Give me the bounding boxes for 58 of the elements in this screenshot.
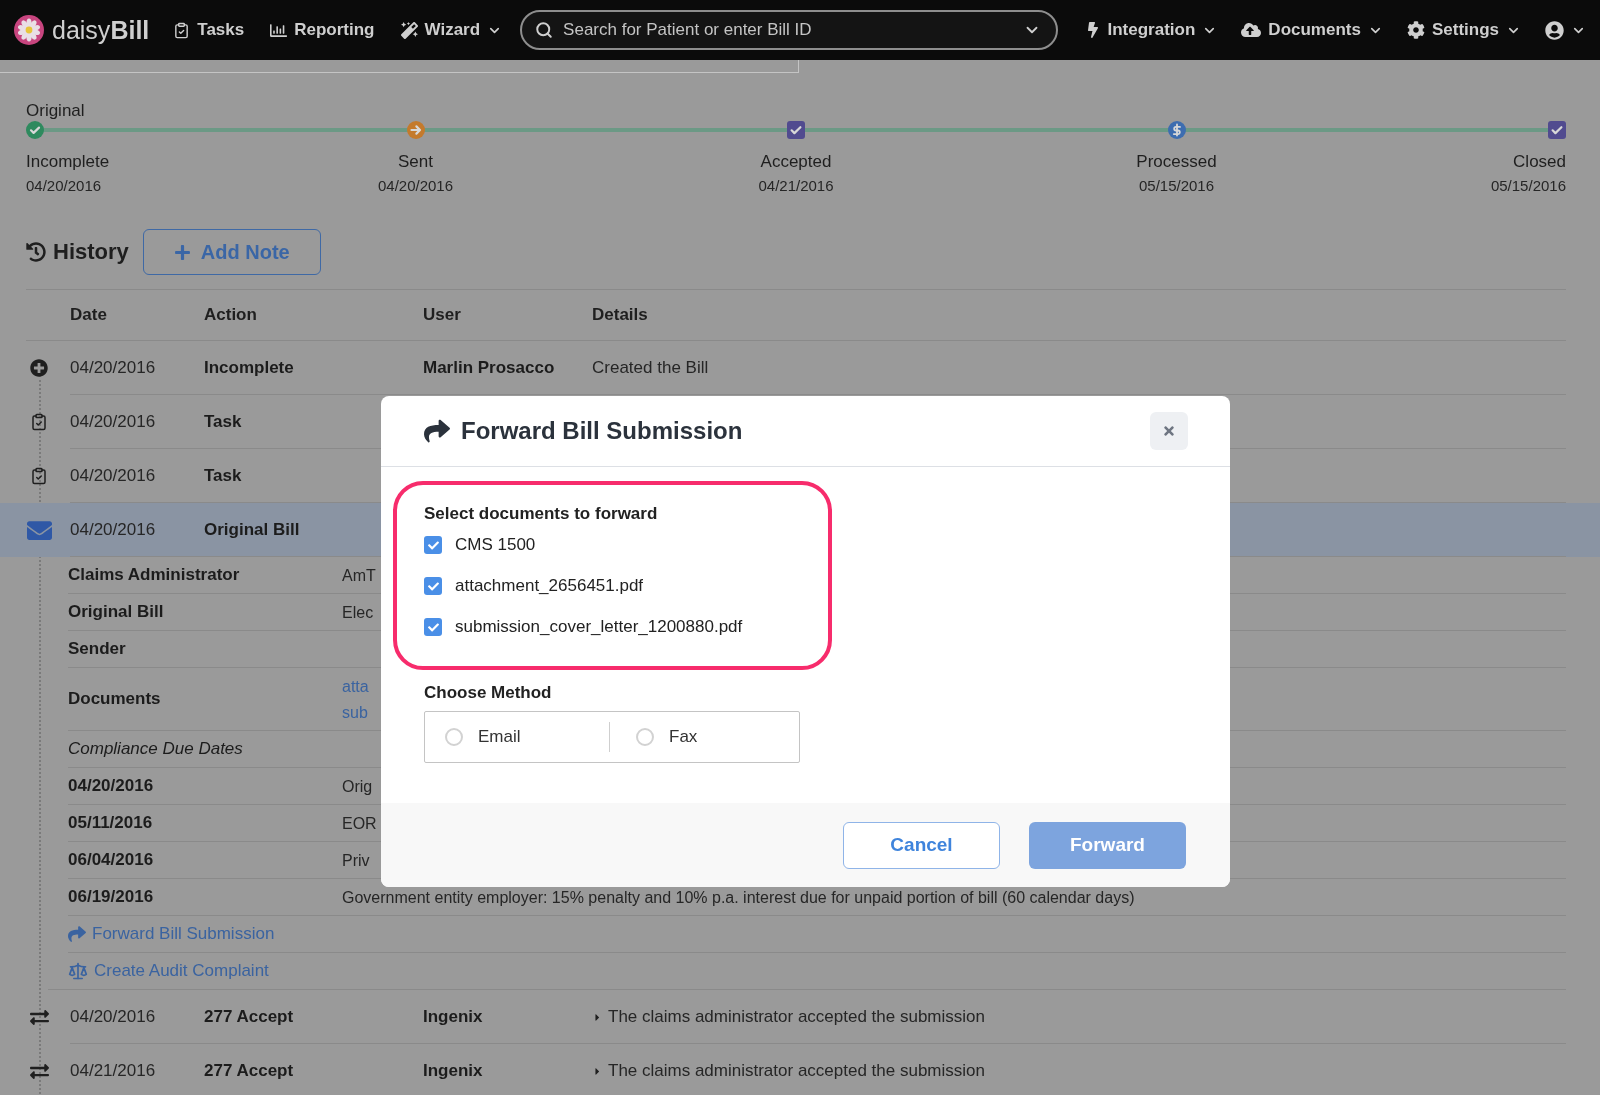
details-cell: The claims administrator accepted the submission [608, 1061, 985, 1081]
action-cell: Task [204, 412, 242, 432]
group-label: Choose Method [424, 683, 552, 703]
due-date: 06/19/2016 [68, 887, 154, 907]
action-cell: Incomplete [204, 358, 294, 378]
step-label: Incomplete [26, 152, 110, 172]
step-label: Processed [1136, 152, 1217, 172]
field-label: Documents [68, 689, 161, 709]
step-date: 04/21/2016 [758, 177, 834, 195]
due-date: 05/11/2016 [68, 813, 153, 833]
column-header: Action [204, 305, 257, 325]
date-cell: 04/20/2016 [70, 1007, 156, 1027]
step-label: Sent [398, 152, 433, 172]
due-date: 06/04/2016 [68, 850, 154, 870]
action-cell: 277 Accept [204, 1007, 294, 1027]
details-cell: The claims administrator accepted the submission [608, 1007, 985, 1027]
action-cell: Original Bill [204, 520, 300, 540]
date-cell: 04/20/2016 [70, 412, 156, 432]
step-date: 05/15/2016 [1138, 177, 1215, 195]
due-date: 04/20/2016 [68, 776, 154, 796]
radio-label: Email [478, 727, 521, 747]
radio-label: Fax [669, 727, 698, 747]
date-cell: 04/20/2016 [70, 520, 156, 540]
due-date-rule: Priv [342, 850, 370, 870]
step-date: 05/15/2016 [1490, 177, 1566, 195]
column-header: Date [70, 305, 107, 325]
field-label: Sender [68, 639, 126, 659]
field-label: Original Bill [68, 602, 164, 622]
due-date-rule: Orig [342, 776, 373, 796]
user-cell: Ingenix [423, 1007, 483, 1027]
user-cell: Ingenix [423, 1061, 483, 1081]
section-title: History [53, 239, 129, 265]
step-date: 04/20/2016 [377, 177, 454, 195]
document-name: attachment_2656451.pdf [455, 576, 644, 596]
step-label: Accepted [760, 152, 832, 172]
field-label: Claims Administrator [68, 565, 240, 585]
brand-name: daisyBill [52, 15, 150, 45]
action-cell: 277 Accept [204, 1061, 294, 1081]
date-cell: 04/21/2016 [70, 1061, 156, 1081]
details-cell: Created the Bill [592, 358, 709, 378]
section-label: Compliance Due Dates [68, 739, 243, 759]
due-date-rule: Government entity employer: 15% penalty and 10% p.a. interest due for unpaid portion of bill (60 calendar days) [342, 887, 1135, 907]
due-date-rule: EOR [342, 813, 377, 833]
dialog-title: Forward Bill Submission [461, 417, 743, 445]
step-date: 04/20/2016 [26, 177, 102, 195]
user-cell: Marlin Prosacco [423, 358, 555, 378]
document-name: CMS 1500 [455, 535, 536, 555]
field-value: Elec [342, 602, 374, 622]
tracker-title: Original [26, 101, 85, 121]
field-value: AmT [342, 565, 376, 585]
column-header: Details [592, 305, 648, 325]
date-cell: 04/20/2016 [70, 358, 156, 378]
action-cell: Task [204, 466, 242, 486]
date-cell: 04/20/2016 [70, 466, 156, 486]
column-header: User [423, 305, 461, 325]
group-label: Select documents to forward [424, 504, 658, 524]
document-name: submission_cover_letter_1200880.pdf [455, 617, 743, 637]
step-label: Closed [1513, 152, 1566, 172]
